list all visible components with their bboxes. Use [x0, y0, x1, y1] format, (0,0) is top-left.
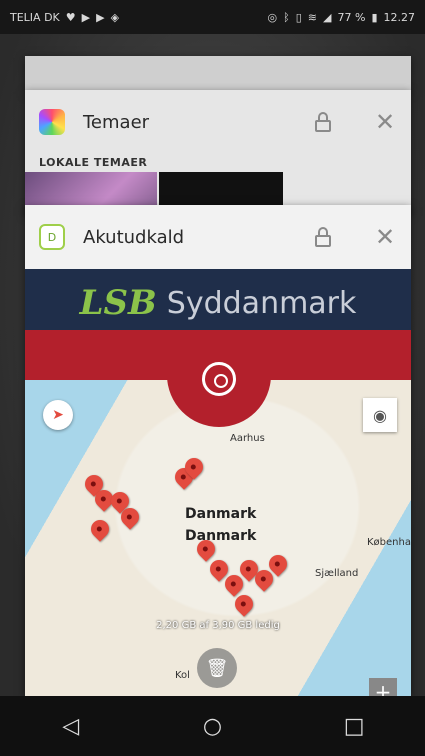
- card-title: Akutudkald: [83, 226, 185, 248]
- recent-app-card-temaer[interactable]: Temaer ✕ LOKALE TEMAER: [25, 90, 411, 214]
- back-button[interactable]: ◁: [41, 714, 101, 739]
- status-bar: TELIA DK ♥ ▶ ▶ ◈ ◎ ᛒ ▯ ≋ ◢ 77 % ▮ 12.27: [0, 0, 425, 34]
- compass-icon[interactable]: ➤: [43, 400, 73, 430]
- recents-button[interactable]: □: [324, 714, 384, 739]
- map-label-country: Danmark: [185, 506, 257, 522]
- close-icon[interactable]: ✕: [373, 223, 397, 251]
- gear-icon: [202, 362, 236, 396]
- card-header: D Akutudkald ✕: [25, 205, 411, 269]
- carrier-label: TELIA DK: [10, 10, 60, 24]
- play-icon: ▶: [81, 10, 91, 24]
- heart-icon: ♥: [65, 10, 76, 24]
- recent-app-card-akutudkald[interactable]: D Akutudkald ✕ LSB Syddanmark ➤ ◉ Aarhus…: [25, 205, 411, 697]
- memory-info: 2,20 GB af 3,90 GB ledig: [156, 620, 280, 631]
- trash-icon[interactable]: 🗑: [197, 648, 237, 688]
- region-logo: LSB: [79, 283, 157, 323]
- map-label-city: København: [367, 537, 411, 548]
- region-banner: LSB Syddanmark: [25, 269, 411, 337]
- battery-percent: 77 %: [337, 10, 366, 24]
- bluetooth-icon: ᛒ: [283, 10, 290, 24]
- shield-icon: ◈: [110, 10, 120, 24]
- zoom-in-button[interactable]: +: [369, 678, 397, 697]
- wifi-icon: ≋: [307, 10, 318, 24]
- my-location-icon[interactable]: ◉: [363, 398, 397, 432]
- map-label-region: Sjælland: [315, 568, 359, 579]
- map-view[interactable]: ➤ ◉ Aarhus Danmark Danmark København Sjæ…: [25, 380, 411, 697]
- recent-app-card-back[interactable]: [25, 56, 411, 92]
- location-icon: ◎: [267, 10, 278, 24]
- play-icon: ▶: [96, 10, 105, 24]
- battery-icon: ▮: [371, 10, 378, 24]
- lock-icon[interactable]: [315, 227, 333, 247]
- section-label: LOKALE TEMAER: [39, 156, 148, 169]
- clock: 12.27: [383, 10, 416, 24]
- lock-icon[interactable]: [315, 112, 333, 132]
- close-icon[interactable]: ✕: [373, 108, 397, 136]
- card-title: Temaer: [83, 111, 150, 133]
- akutudkald-app-icon: D: [39, 224, 65, 250]
- map-label-country: Danmark: [185, 528, 257, 544]
- vibrate-icon: ▯: [295, 10, 302, 24]
- region-name: Syddanmark: [166, 285, 357, 321]
- card-header: Temaer ✕: [25, 90, 411, 154]
- temaer-app-icon: [39, 109, 65, 135]
- signal-icon: ◢: [323, 10, 332, 24]
- home-button[interactable]: ○: [182, 714, 242, 739]
- map-pin[interactable]: [87, 516, 113, 542]
- map-label-city: Kol: [175, 670, 190, 681]
- navigation-bar: ◁ ○ □: [0, 696, 425, 756]
- map-label-city: Aarhus: [230, 433, 265, 444]
